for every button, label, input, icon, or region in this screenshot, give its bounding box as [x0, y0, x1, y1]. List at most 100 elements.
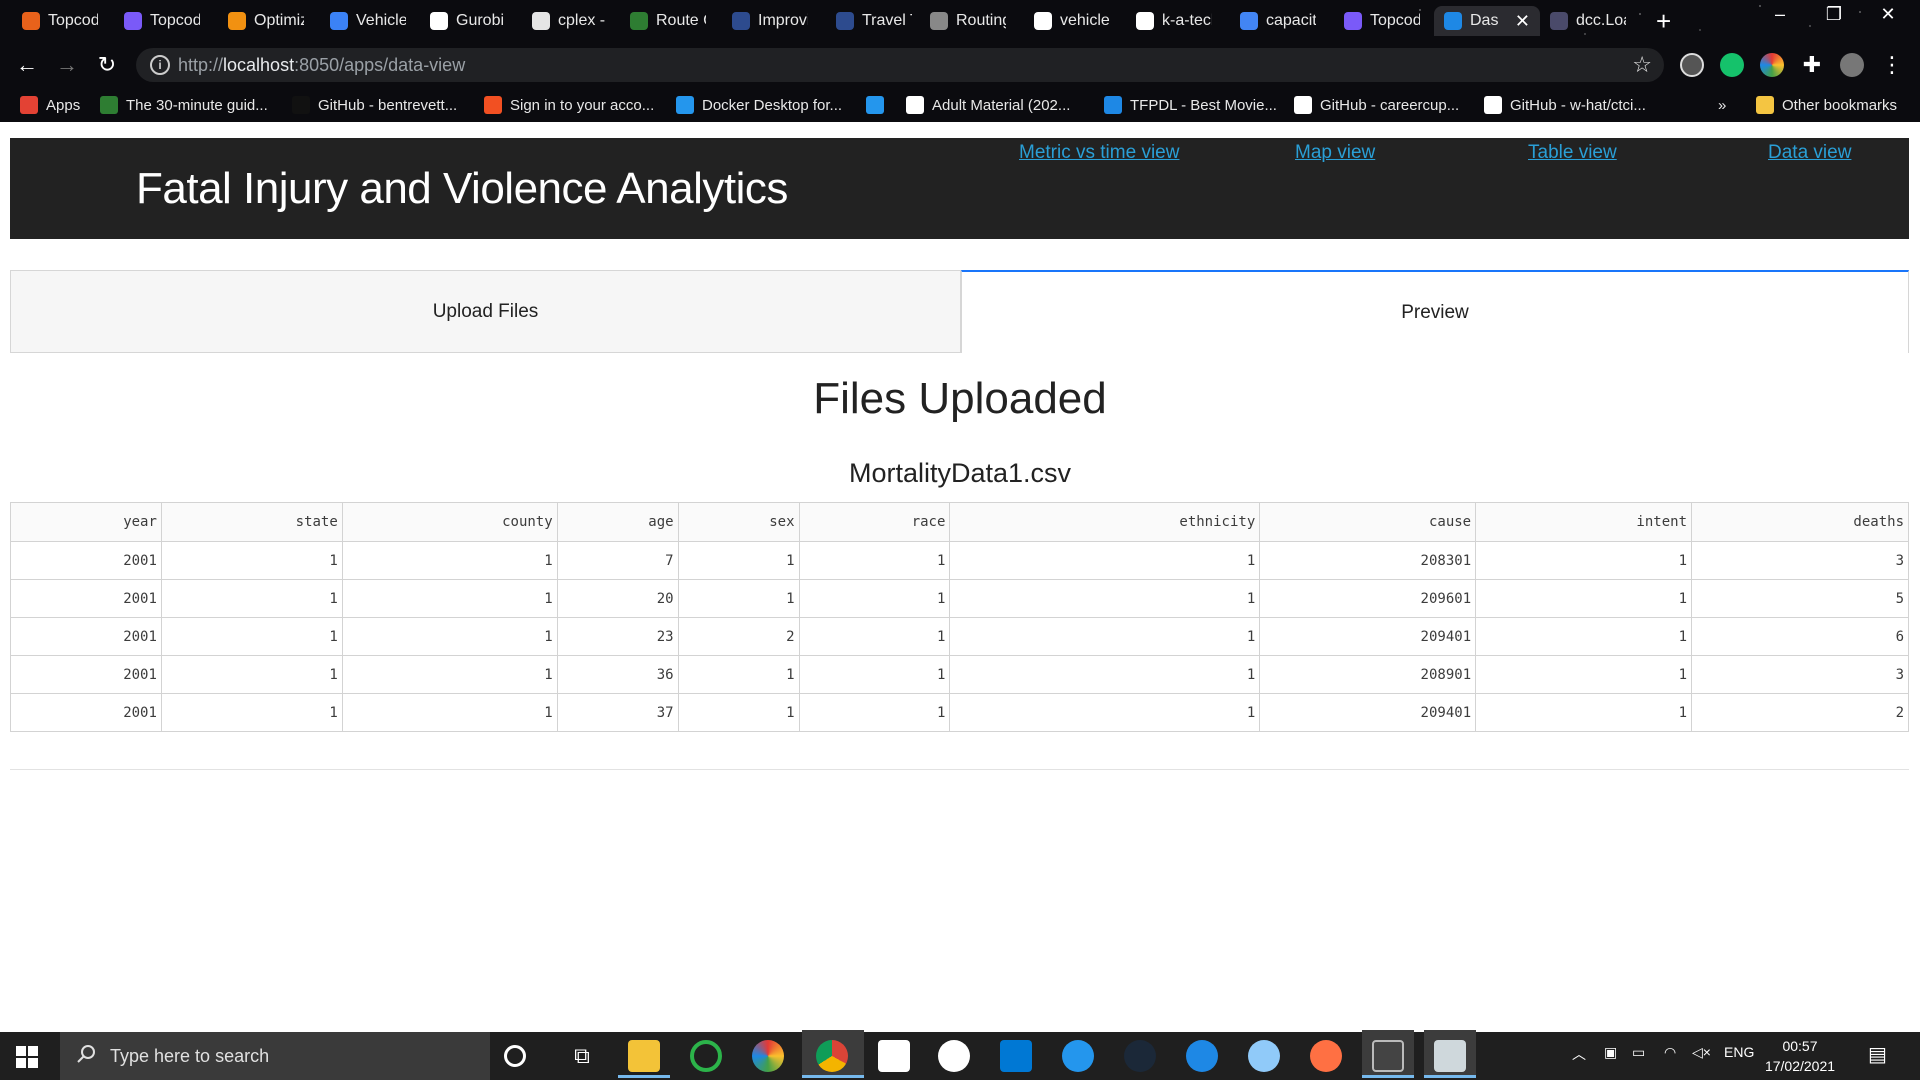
mongodb-icon[interactable] [938, 1040, 970, 1072]
taskbar-search-box[interactable]: Type here to search [60, 1032, 490, 1080]
profile-avatar[interactable] [1840, 53, 1864, 77]
table-cell: 1 [949, 693, 1261, 732]
extension-grammarly-icon[interactable] [1720, 53, 1744, 77]
windows-start-icon[interactable] [16, 1046, 38, 1068]
browser-tab[interactable]: Optimiz [218, 6, 318, 36]
browser-tab[interactable]: Routing [920, 6, 1020, 36]
column-header: deaths [1691, 502, 1909, 542]
browser-tab[interactable]: Vehicle [320, 6, 420, 36]
extension-color-icon[interactable] [1760, 53, 1784, 77]
tab-upload-files[interactable]: Upload Files [10, 270, 961, 353]
bookmark-label: Sign in to your acco... [510, 96, 655, 114]
close-window-icon[interactable]: ✕ [1868, 4, 1908, 25]
extension-blocker-icon[interactable] [1680, 53, 1704, 77]
bookmark-item[interactable]: TFPDL - Best Movie... [1104, 94, 1277, 116]
browser-tab[interactable]: dcc.Loa [1540, 6, 1640, 36]
file-explorer-icon[interactable] [628, 1040, 660, 1072]
bookmark-item[interactable]: GitHub - careercup... [1294, 94, 1459, 116]
table-cell: 2001 [10, 655, 162, 694]
bookmark-item[interactable]: Sign in to your acco... [484, 94, 654, 116]
browser-tab[interactable]: k-a-tecl [1126, 6, 1226, 36]
site-info-icon[interactable]: i [150, 55, 170, 75]
wifi-icon[interactable]: ◠ [1664, 1044, 1676, 1061]
table-cell: 2 [677, 617, 800, 656]
browser-tab[interactable]: Improvi [722, 6, 822, 36]
bookmarks-overflow-icon[interactable]: » [1718, 94, 1726, 116]
browser-tab-label: Travel T [862, 12, 912, 29]
table-cell: 1 [677, 655, 800, 694]
address-url[interactable]: http://localhost:8050/apps/data-view [178, 55, 465, 76]
bookmark-item[interactable]: GitHub - w-hat/ctci... [1484, 94, 1646, 116]
browser-tab[interactable]: vehicle [1024, 6, 1124, 36]
notifications-icon[interactable]: ▤ [1868, 1042, 1887, 1067]
tray-device-icon[interactable]: ▣ [1604, 1044, 1617, 1061]
docker-icon[interactable] [1062, 1040, 1094, 1072]
postman-icon[interactable] [1310, 1040, 1342, 1072]
table-row: 2001 1 1 37 1 1 1 209401 1 2 [10, 693, 1909, 732]
restore-icon[interactable]: ❐ [1814, 4, 1854, 25]
browser-menu-icon[interactable]: ⋮ [1880, 53, 1904, 77]
table-cell: 36 [556, 655, 679, 694]
browser-tab[interactable]: Topcod [12, 6, 112, 36]
taskbar-app-green-ring-icon[interactable] [690, 1040, 722, 1072]
bookmark-item[interactable]: Apps [20, 94, 80, 116]
browser-tab-label: vehicle [1060, 12, 1110, 29]
table-cell: 1 [798, 541, 951, 580]
volume-muted-icon[interactable]: ◁× [1692, 1044, 1711, 1061]
column-header: race [798, 502, 951, 542]
browser-tab-label: Gurobi [456, 12, 505, 29]
browser-tab[interactable]: capacit [1230, 6, 1330, 36]
battery-icon[interactable]: ▭ [1632, 1044, 1645, 1061]
taskbar-app-blue-icon[interactable] [1186, 1040, 1218, 1072]
bookmark-item[interactable]: Adult Material (202... [906, 94, 1070, 116]
task-view-icon[interactable]: ⧉ [566, 1040, 598, 1072]
new-tab-icon[interactable]: + [1656, 6, 1671, 36]
cortana-icon[interactable] [504, 1045, 526, 1067]
bookmark-item[interactable] [866, 94, 884, 116]
taskbar-clock[interactable]: 00:57 17/02/2021 [1760, 1036, 1840, 1076]
browser-tab-label: Routing [956, 12, 1006, 29]
table-row: 2001 1 1 23 2 1 1 209401 1 6 [10, 617, 1909, 656]
bookmark-item[interactable]: Docker Desktop for... [676, 94, 842, 116]
chrome-icon[interactable] [816, 1040, 848, 1072]
tab-preview[interactable]: Preview [961, 270, 1909, 353]
nav-table-view[interactable]: Table view [1528, 142, 1617, 164]
other-bookmarks-folder[interactable]: Other bookmarks [1756, 94, 1897, 116]
table-cell: 1 [160, 655, 343, 694]
bookmark-item[interactable]: The 30-minute guid... [100, 94, 268, 116]
browser-tab[interactable]: Route C [620, 6, 720, 36]
reload-icon[interactable]: ↻ [92, 50, 122, 80]
browser-tab[interactable]: Topcod [114, 6, 214, 36]
browser-tab[interactable]: Gurobi [420, 6, 520, 36]
column-header: ethnicity [949, 502, 1261, 542]
nav-data-view[interactable]: Data view [1768, 142, 1851, 164]
minimize-icon[interactable]: – [1760, 4, 1800, 25]
forward-icon[interactable]: → [52, 50, 82, 80]
back-icon[interactable]: ← [12, 50, 42, 80]
terminal-icon[interactable] [1372, 1040, 1404, 1072]
taskbar-app-globe-icon[interactable] [752, 1040, 784, 1072]
bookmark-item[interactable]: GitHub - bentrevett... [292, 94, 457, 116]
bookmark-star-icon[interactable]: ☆ [1632, 52, 1652, 78]
browser-tab[interactable]: Topcod [1334, 6, 1434, 36]
taskbar-app-light-blue-icon[interactable] [1248, 1040, 1280, 1072]
taskbar-app-window-icon[interactable] [1434, 1040, 1466, 1072]
browser-tab[interactable]: Travel T [826, 6, 926, 36]
nav-metric-vs-time[interactable]: Metric vs time view [1019, 142, 1179, 164]
tray-chevron-icon[interactable]: ︿ [1572, 1044, 1586, 1064]
tab-favicon-icon [22, 12, 40, 30]
table-cell: 1 [798, 617, 951, 656]
browser-tab[interactable]: Das ✕ [1434, 6, 1540, 36]
language-indicator[interactable]: ENG [1724, 1044, 1754, 1060]
browser-tab[interactable]: cplex - F [522, 6, 622, 36]
vscode-icon[interactable] [1000, 1040, 1032, 1072]
nav-map-view[interactable]: Map view [1295, 142, 1375, 164]
table-cell: 2001 [10, 693, 162, 732]
steam-icon[interactable] [1124, 1040, 1156, 1072]
table-cell: 23 [556, 617, 679, 656]
mongodb-compass-icon[interactable] [878, 1040, 910, 1072]
address-bar[interactable]: i http://localhost:8050/apps/data-view ☆ [136, 48, 1664, 82]
tab-close-icon[interactable]: ✕ [1515, 11, 1530, 32]
extensions-puzzle-icon[interactable]: ✚ [1800, 53, 1824, 77]
table-cell: 1 [1475, 655, 1692, 694]
